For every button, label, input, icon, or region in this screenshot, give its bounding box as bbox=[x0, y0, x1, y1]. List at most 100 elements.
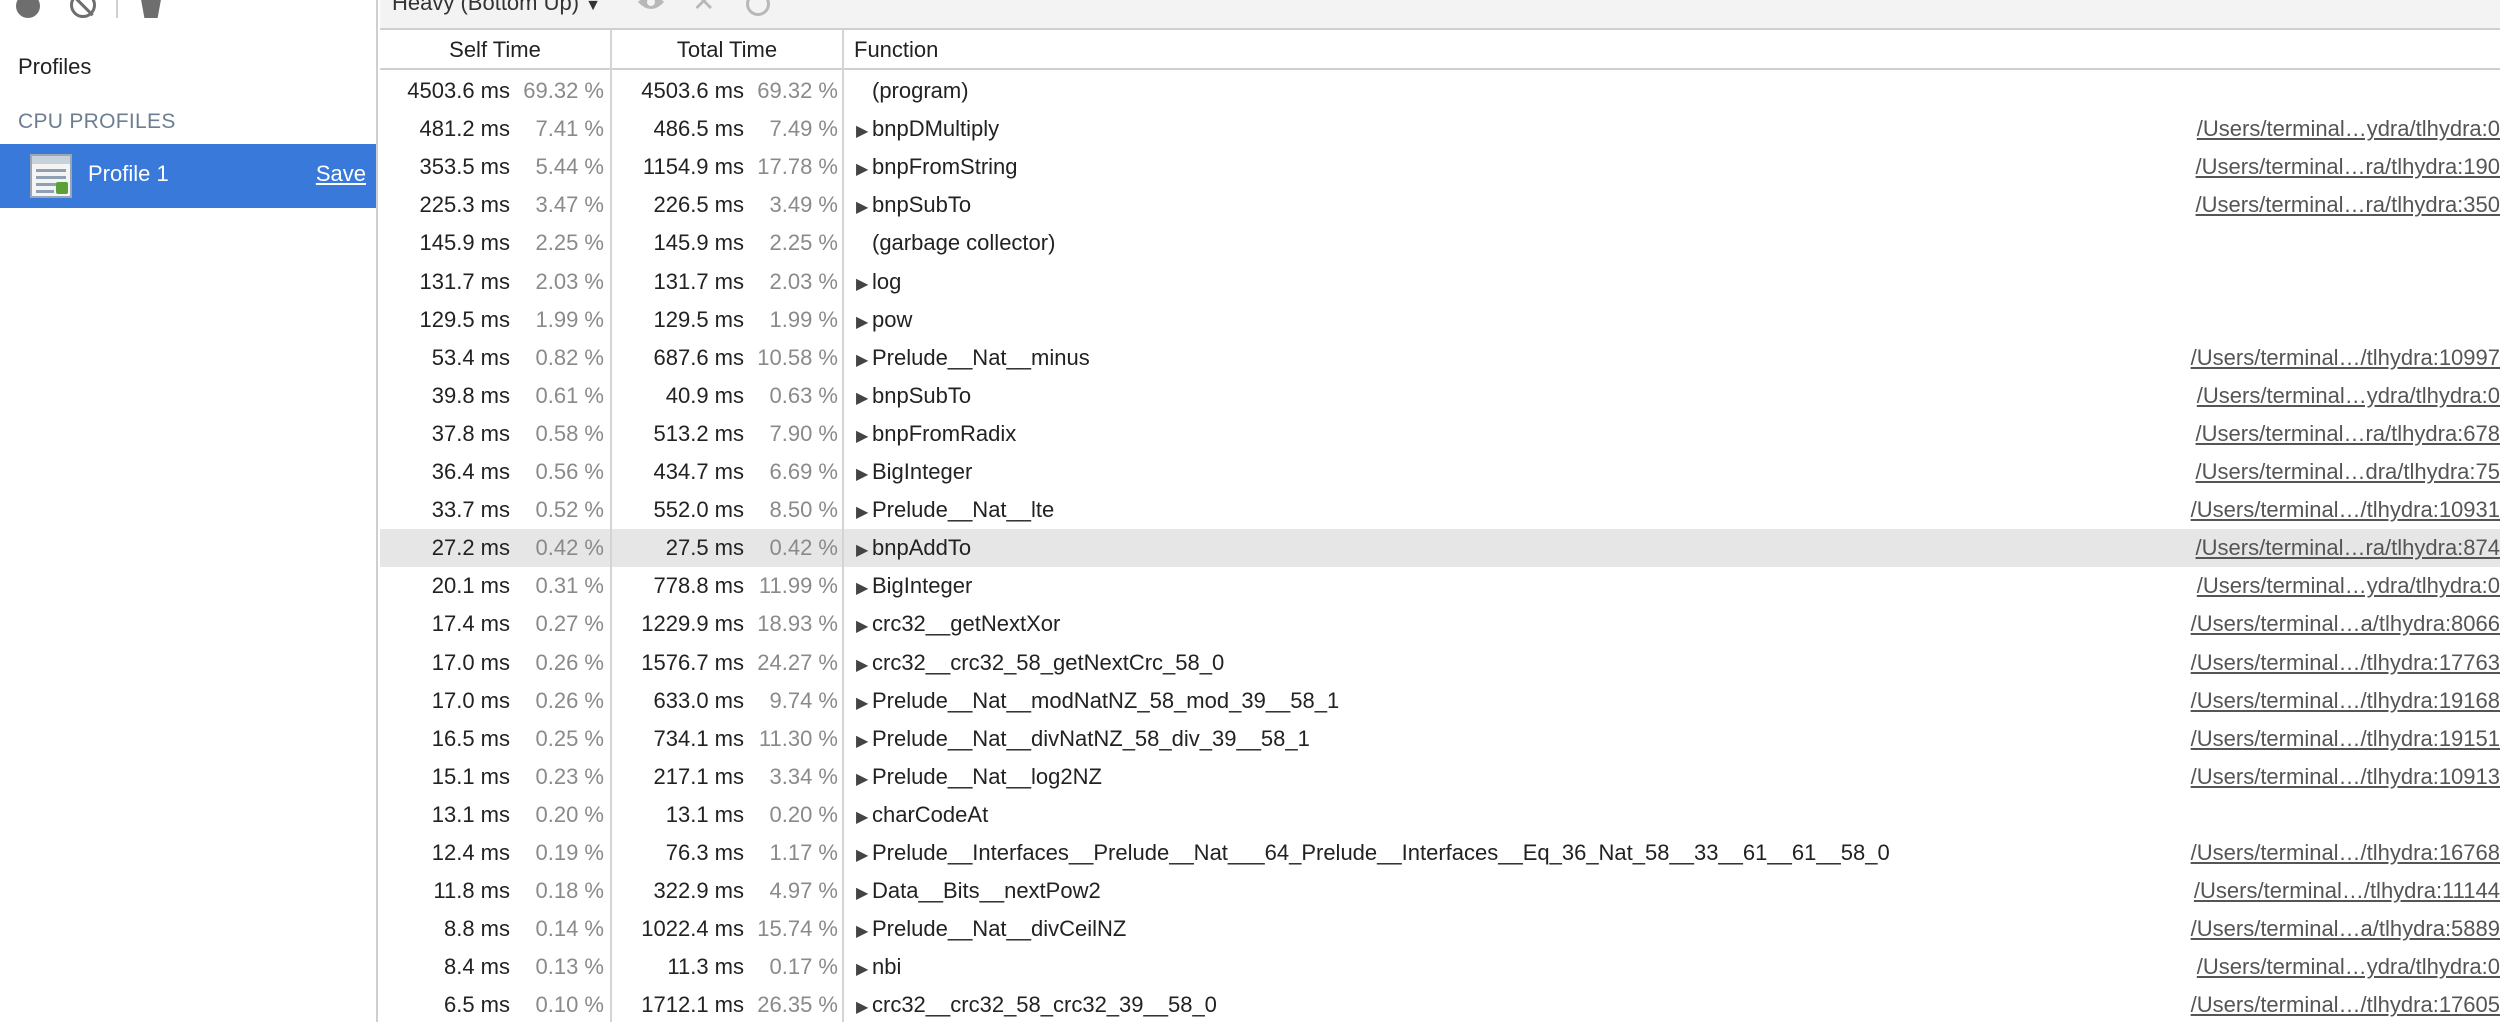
column-divider[interactable] bbox=[610, 30, 612, 1022]
table-row[interactable]: 33.7 ms 0.52 % 552.0 ms 8.50 % ▶ Prelude__Nat… bbox=[380, 491, 2500, 529]
source-link[interactable]: /Users/terminal…/tlhydra:19151 bbox=[2080, 720, 2500, 758]
expand-triangle-icon[interactable]: ▶ bbox=[856, 342, 870, 380]
self-time-percent: 0.31 % bbox=[535, 573, 605, 599]
table-row[interactable]: 6.5 ms 0.10 % 1712.1 ms 26.35 % ▶ crc32__crc3… bbox=[380, 986, 2500, 1022]
table-row[interactable]: 129.5 ms 1.99 % 129.5 ms 1.99 % ▶ pow bbox=[380, 301, 2500, 339]
expand-triangle-icon[interactable]: ▶ bbox=[856, 456, 870, 494]
sidebar-item-profile-1[interactable]: Profile 1 Save bbox=[0, 144, 376, 208]
column-header-function[interactable]: Function bbox=[854, 30, 1454, 70]
total-time-percent: 7.90 % bbox=[769, 420, 839, 446]
self-time-ms: 17.4 ms bbox=[431, 611, 510, 637]
trash-icon[interactable] bbox=[140, 0, 162, 18]
profiles-sidebar: Profiles CPU PROFILES Profile 1 Save bbox=[0, 0, 378, 1022]
expand-triangle-icon[interactable]: ▶ bbox=[856, 304, 870, 342]
self-time-percent: 0.10 % bbox=[535, 992, 605, 1018]
exclude-x-icon[interactable]: ✕ bbox=[692, 0, 715, 16]
expand-triangle-icon[interactable]: ▶ bbox=[856, 151, 870, 189]
self-time-ms: 131.7 ms bbox=[419, 268, 511, 294]
source-link[interactable]: /Users/terminal…/tlhydra:11144 bbox=[2080, 872, 2500, 910]
expand-triangle-icon[interactable]: ▶ bbox=[856, 913, 870, 951]
source-link[interactable]: /Users/terminal…/tlhydra:16768 bbox=[2080, 834, 2500, 872]
function-name: bnpDMultiply bbox=[872, 116, 1000, 142]
table-row[interactable]: 353.5 ms 5.44 % 1154.9 ms 17.78 % ▶ bnpFromSt… bbox=[380, 148, 2500, 186]
function-cell: ▶(garbage collector) bbox=[856, 224, 2156, 265]
expand-triangle-icon[interactable]: ▶ bbox=[856, 799, 870, 837]
self-time-ms: 4503.6 ms bbox=[407, 78, 510, 103]
source-link[interactable]: /Users/terminal…ydra/tlhydra:0 bbox=[2080, 948, 2500, 986]
expand-triangle-icon[interactable]: ▶ bbox=[856, 989, 870, 1022]
expand-triangle-icon[interactable]: ▶ bbox=[856, 418, 870, 456]
table-row[interactable]: 37.8 ms 0.58 % 513.2 ms 7.90 % ▶ bnpFromRadix… bbox=[380, 415, 2500, 453]
source-link[interactable]: /Users/terminal…/tlhydra:17763 bbox=[2080, 644, 2500, 682]
table-row[interactable]: 36.4 ms 0.56 % 434.7 ms 6.69 % ▶ BigInteger/U… bbox=[380, 453, 2500, 491]
source-link[interactable]: /Users/terminal…/tlhydra:19168 bbox=[2080, 682, 2500, 720]
expand-triangle-icon[interactable]: ▶ bbox=[856, 875, 870, 913]
table-row[interactable]: 17.4 ms 0.27 % 1229.9 ms 18.93 % ▶ crc32__get… bbox=[380, 605, 2500, 643]
source-link[interactable]: /Users/terminal…/tlhydra:10931 bbox=[2080, 491, 2500, 529]
function-cell: ▶ BigInteger bbox=[856, 453, 2156, 494]
expand-triangle-icon[interactable]: ▶ bbox=[856, 570, 870, 608]
table-row[interactable]: 27.2 ms 0.42 % 27.5 ms 0.42 % ▶ bnpAddTo/User… bbox=[380, 529, 2500, 570]
source-link[interactable]: /Users/terminal…/tlhydra:17605 bbox=[2080, 986, 2500, 1022]
table-row[interactable]: 13.1 ms 0.20 % 13.1 ms 0.20 % ▶ charCodeAt bbox=[380, 796, 2500, 834]
function-name: Prelude__Interfaces__Prelude__Nat___64_P… bbox=[872, 840, 1890, 865]
source-link[interactable]: /Users/terminal…/tlhydra:10997 bbox=[2080, 339, 2500, 377]
expand-triangle-icon[interactable]: ▶ bbox=[856, 494, 870, 532]
source-link[interactable]: /Users/terminal…ra/tlhydra:874 bbox=[2080, 529, 2500, 567]
source-link[interactable]: /Users/terminal…ra/tlhydra:678 bbox=[2080, 415, 2500, 453]
expand-triangle-icon[interactable]: ▶ bbox=[856, 761, 870, 799]
function-cell: ▶ Prelude__Nat__log2NZ bbox=[856, 758, 2156, 799]
table-row[interactable]: 131.7 ms 2.03 % 131.7 ms 2.03 % ▶ log bbox=[380, 263, 2500, 301]
column-header-self-time[interactable]: Self Time bbox=[380, 30, 610, 70]
table-row[interactable]: 12.4 ms 0.19 % 76.3 ms 1.17 % ▶ Prelude__Inte… bbox=[380, 834, 2500, 872]
table-row[interactable]: 20.1 ms 0.31 % 778.8 ms 11.99 % ▶ BigInteger /… bbox=[380, 567, 2500, 605]
table-row[interactable]: 16.5 ms 0.25 % 734.1 ms 11.30 % ▶ Prelude__Na… bbox=[380, 720, 2500, 758]
view-mode-select[interactable]: Heavy (Bottom Up) ▼ bbox=[392, 0, 601, 16]
source-link[interactable]: /Users/terminal…ydra/tlhydra:0 bbox=[2080, 110, 2500, 148]
source-link[interactable]: /Users/terminal…ydra/tlhydra:0 bbox=[2080, 377, 2500, 415]
table-row[interactable]: 53.4 ms 0.82 % 687.6 ms 10.58 % ▶ Prelude__Na… bbox=[380, 339, 2500, 377]
source-link[interactable]: /Users/terminal…ra/tlhydra:190 bbox=[2080, 148, 2500, 186]
function-name: BigInteger bbox=[872, 459, 973, 484]
table-row[interactable]: 17.0 ms 0.26 % 633.0 ms 9.74 % ▶ Prelude__Nat… bbox=[380, 682, 2500, 720]
focus-eye-icon[interactable] bbox=[636, 0, 666, 14]
table-row[interactable]: 481.2 ms 7.41 % 486.5 ms 7.49 % ▶ bnpDMultipl… bbox=[380, 110, 2500, 148]
expand-triangle-icon[interactable]: ▶ bbox=[856, 189, 870, 227]
expand-triangle-icon[interactable]: ▶ bbox=[856, 723, 870, 761]
expand-triangle-icon[interactable]: ▶ bbox=[856, 837, 870, 875]
expand-triangle-icon[interactable]: ▶ bbox=[856, 113, 870, 151]
total-time-ms: 11.3 ms bbox=[667, 954, 744, 980]
table-row[interactable]: 8.4 ms 0.13 % 11.3 ms 0.17 % ▶ nbi/Users/term… bbox=[380, 948, 2500, 986]
source-link[interactable]: /Users/terminal…dra/tlhydra:75 bbox=[2080, 453, 2500, 491]
clear-icon[interactable] bbox=[70, 0, 96, 18]
save-link[interactable]: Save bbox=[316, 161, 366, 187]
expand-triangle-icon[interactable]: ▶ bbox=[856, 951, 870, 989]
record-icon[interactable] bbox=[16, 0, 40, 18]
table-row[interactable]: 225.3 ms 3.47 % 226.5 ms 3.49 % ▶ bnpSubTo/Us… bbox=[380, 186, 2500, 224]
expand-triangle-icon[interactable]: ▶ bbox=[856, 266, 870, 304]
source-link[interactable]: /Users/terminal…ra/tlhydra:350 bbox=[2080, 186, 2500, 224]
column-header-total-time[interactable]: Total Time bbox=[612, 30, 842, 70]
source-link[interactable]: /Users/terminal…a/tlhydra:8066 bbox=[2080, 605, 2500, 643]
self-time-percent: 5.44 % bbox=[535, 154, 605, 180]
expand-triangle-icon[interactable]: ▶ bbox=[856, 608, 870, 646]
total-time-ms: 322.9 ms bbox=[653, 878, 745, 904]
expand-triangle-icon[interactable]: ▶ bbox=[856, 532, 870, 570]
table-row[interactable]: 145.9 ms 2.25 % 145.9 ms 2.25 % ▶(garbage co… bbox=[380, 224, 2500, 262]
table-row[interactable]: 4503.6 ms 69.32 % 4503.6 ms 69.32 % ▶(progra… bbox=[380, 72, 2500, 110]
expand-triangle-icon[interactable]: ▶ bbox=[856, 685, 870, 723]
expand-triangle-icon[interactable]: ▶ bbox=[856, 380, 870, 418]
table-row[interactable]: 8.8 ms 0.14 % 1022.4 ms 15.74 % ▶ Prelude__Na… bbox=[380, 910, 2500, 948]
table-row[interactable]: 11.8 ms 0.18 % 322.9 ms 4.97 % ▶ Data__Bits__… bbox=[380, 872, 2500, 910]
column-divider[interactable] bbox=[842, 30, 844, 1022]
expand-triangle-icon[interactable]: ▶ bbox=[856, 647, 870, 685]
table-row[interactable]: 17.0 ms 0.26 % 1576.7 ms 24.27 % ▶ crc32__crc… bbox=[380, 644, 2500, 682]
table-row[interactable]: 39.8 ms 0.61 % 40.9 ms 0.63 % ▶ bnpSubTo/User… bbox=[380, 377, 2500, 415]
source-link[interactable]: /Users/terminal…ydra/tlhydra:0 bbox=[2080, 567, 2500, 605]
table-row[interactable]: 15.1 ms 0.23 % 217.1 ms 3.34 % ▶ Prelude__Nat… bbox=[380, 758, 2500, 796]
function-cell: ▶ pow bbox=[856, 301, 2156, 342]
source-link[interactable]: /Users/terminal…/tlhydra:10913 bbox=[2080, 758, 2500, 796]
total-time-percent: 0.42 % bbox=[769, 535, 839, 561]
source-link[interactable]: /Users/terminal…a/tlhydra:5889 bbox=[2080, 910, 2500, 948]
restore-reload-icon[interactable] bbox=[746, 0, 770, 16]
